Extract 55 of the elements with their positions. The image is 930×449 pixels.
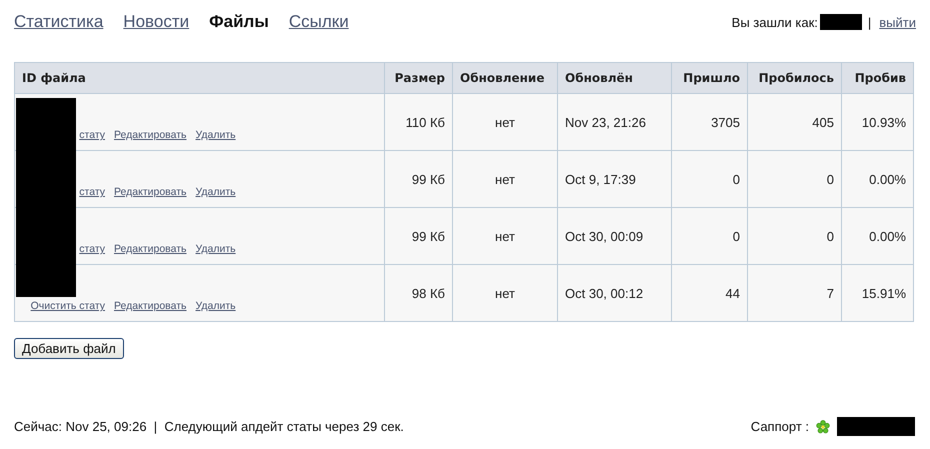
support-label: Саппорт : — [750, 419, 809, 434]
rate-cell: 10.93% — [842, 94, 914, 150]
status-text: Сейчас: Nov 25, 09:26 | Следующий апдейт статы через 29 сек. — [14, 419, 404, 434]
clear-stats-link[interactable]: стату — [79, 129, 105, 141]
column-header: ID файла — [14, 62, 384, 94]
count-cell: 405 — [748, 94, 842, 150]
size-cell: 99 Кб — [384, 150, 452, 208]
date-cell: Oct 30, 00:09 — [558, 208, 672, 264]
update-cell: нет — [452, 208, 558, 264]
date-cell: Nov 23, 21:26 — [558, 94, 672, 150]
count-cell: 0 — [672, 208, 748, 264]
rate-cell: 15.91% — [842, 264, 914, 322]
count-cell: 7 — [748, 264, 842, 322]
edit-link[interactable]: Редактировать — [114, 243, 187, 255]
size-cell: 110 Кб — [384, 94, 452, 150]
clear-stats-link[interactable]: Очистить стату — [30, 300, 105, 312]
edit-link[interactable]: Редактировать — [114, 300, 187, 312]
nav-tab[interactable]: Статистика — [14, 12, 104, 32]
edit-link[interactable]: Редактировать — [114, 186, 187, 198]
column-header: Размер — [384, 62, 452, 94]
column-header: Пришло — [672, 62, 748, 94]
count-cell: 0 — [672, 150, 748, 208]
update-cell: нет — [452, 150, 558, 208]
date-cell: Oct 9, 17:39 — [558, 150, 672, 208]
rate-cell: 0.00% — [842, 208, 914, 264]
nav-tab[interactable]: Ссылки — [288, 12, 349, 32]
count-cell: 0 — [748, 150, 842, 208]
edit-link[interactable]: Редактировать — [114, 129, 187, 141]
count-cell: 44 — [672, 264, 748, 322]
delete-link[interactable]: Удалить — [196, 243, 236, 255]
delete-link[interactable]: Удалить — [196, 129, 236, 141]
logout-link[interactable]: выйти — [879, 14, 916, 30]
login-label: Вы зашли как: — [732, 14, 818, 30]
update-cell: нет — [452, 94, 558, 150]
rate-cell: 0.00% — [842, 150, 914, 208]
date-cell: Oct 30, 00:12 — [558, 264, 672, 322]
column-header: Обновлён — [558, 62, 672, 94]
nav-tab[interactable]: Файлы — [209, 12, 269, 32]
size-cell: 99 Кб — [384, 208, 452, 264]
nav-tab[interactable]: Новости — [123, 12, 190, 32]
flower-icon — [816, 420, 830, 434]
delete-link[interactable]: Удалить — [196, 186, 236, 198]
column-header: Пробилось — [748, 62, 842, 94]
clear-stats-link[interactable]: стату — [79, 186, 105, 198]
separator: | — [868, 14, 872, 30]
column-header: Обновление — [452, 62, 558, 94]
redaction-block — [820, 14, 862, 30]
count-cell: 3705 — [672, 94, 748, 150]
count-cell: 0 — [748, 208, 842, 264]
update-cell: нет — [452, 264, 558, 322]
size-cell: 98 Кб — [384, 264, 452, 322]
add-file-button[interactable]: Добавить файл — [14, 338, 124, 359]
delete-link[interactable]: Удалить — [196, 300, 236, 312]
clear-stats-link[interactable]: стату — [79, 243, 105, 255]
column-header: Пробив — [842, 62, 914, 94]
